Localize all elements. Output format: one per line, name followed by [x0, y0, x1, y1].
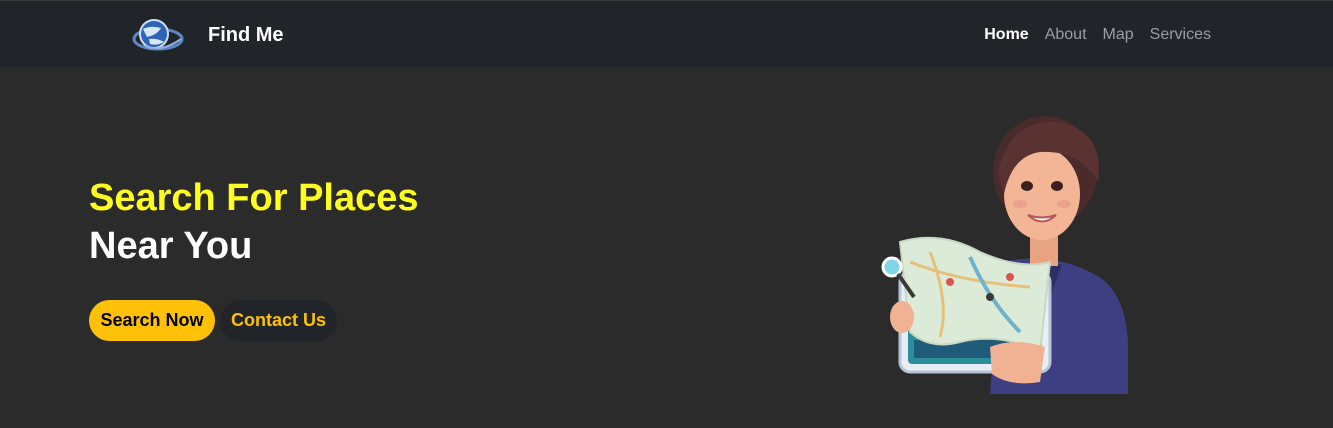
brand-name[interactable]: Find Me	[208, 24, 284, 47]
woman-holding-map-illustration	[881, 116, 1128, 394]
navbar: Find Me Home About Map Services	[0, 0, 1333, 67]
nav-link-about[interactable]: About	[1045, 26, 1087, 44]
nav-links: Home About Map Services	[984, 26, 1211, 44]
contact-us-button[interactable]: Contact Us	[220, 300, 337, 341]
nav-link-map[interactable]: Map	[1103, 26, 1134, 44]
nav-link-services[interactable]: Services	[1150, 26, 1211, 44]
hero-title-line2: Near You	[89, 225, 253, 267]
nav-link-home[interactable]: Home	[984, 26, 1028, 44]
hero-title-line1: Search For Places	[89, 177, 419, 219]
globe-logo-icon[interactable]	[131, 15, 185, 57]
search-now-button[interactable]: Search Now	[89, 300, 215, 341]
